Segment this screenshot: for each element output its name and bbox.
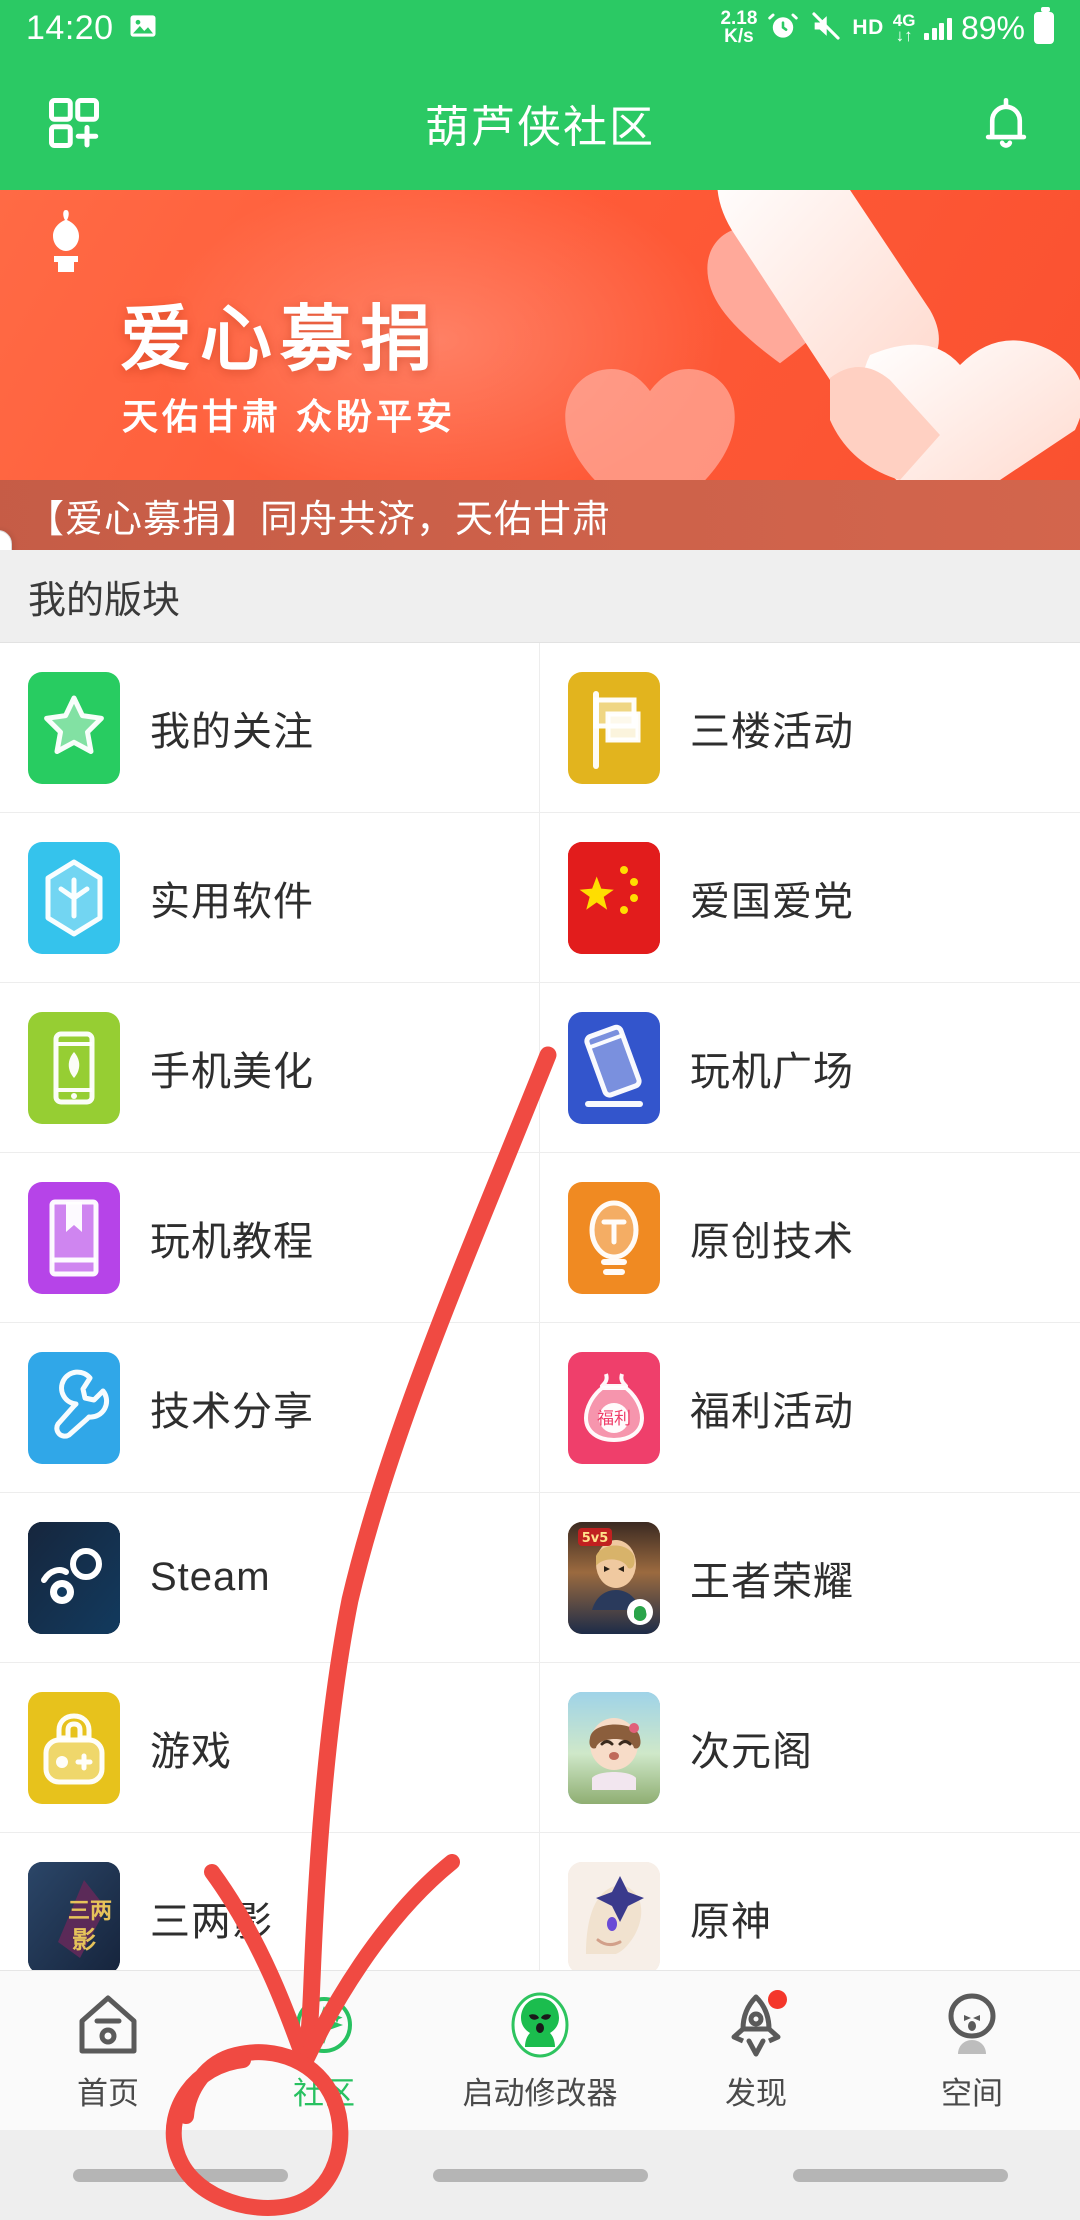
cube-icon: [28, 841, 120, 954]
board-item[interactable]: 三楼活动: [540, 643, 1080, 813]
honor-of-kings-icon: 5v5: [568, 1521, 660, 1634]
board-item[interactable]: 爱国爱党: [540, 813, 1080, 983]
board-item[interactable]: 玩机广场: [540, 983, 1080, 1153]
avatar-icon: [935, 1988, 1009, 2062]
status-bar: 14:20 2.18 K/s HD 4G ↓↑ 89%: [0, 0, 1080, 56]
phone-beautify-icon: [28, 1011, 120, 1124]
board-item-label: 三楼活动: [690, 709, 854, 754]
nav-item-home[interactable]: 首页: [0, 1988, 216, 2113]
notification-badge: [768, 1990, 787, 2009]
grid-add-icon[interactable]: [34, 83, 114, 163]
mute-icon: [809, 9, 843, 48]
board-item[interactable]: 我的关注: [0, 643, 540, 813]
board-item-label: 福利活动: [690, 1389, 854, 1434]
board-item-label: Steam: [150, 1555, 271, 1599]
board-item[interactable]: 技术分享: [0, 1323, 540, 1493]
board-item[interactable]: 福利 福利活动: [540, 1323, 1080, 1493]
nav-item-label: 发现: [725, 2076, 787, 2111]
svg-text:三两: 三两: [68, 1899, 112, 1924]
anime-girl-icon: [568, 1691, 660, 1804]
board-item-label: 玩机广场: [690, 1049, 854, 1094]
board-item-label: 王者荣耀: [690, 1559, 854, 1604]
nav-item-sparkle[interactable]: 社区: [216, 1988, 432, 2113]
home-icon: [71, 1988, 145, 2062]
money-bag-icon: 福利: [568, 1351, 660, 1464]
svg-text:影: 影: [72, 1926, 96, 1954]
alarm-icon: [766, 9, 800, 48]
board-item[interactable]: 手机美化: [0, 983, 540, 1153]
svg-text:福利: 福利: [597, 1409, 631, 1429]
hd-label: HD: [852, 16, 884, 39]
board-item-label: 我的关注: [150, 709, 314, 754]
section-header: 我的版块: [0, 550, 1080, 643]
promo-banner[interactable]: 爱心募捐 天佑甘肃 众盼平安: [0, 190, 1080, 480]
network-indicator: 4G ↓↑: [893, 12, 916, 45]
sparkle-icon: [287, 1988, 361, 2062]
genshin-icon: [568, 1861, 660, 1974]
data-rate: 2.18 K/s: [720, 9, 757, 47]
board-item-label: 游戏: [150, 1729, 232, 1774]
nav-item-label: 社区: [293, 2076, 355, 2111]
nav-item-label: 空间: [941, 2076, 1003, 2111]
signal-bars-icon: [924, 16, 952, 40]
bell-icon[interactable]: [966, 83, 1046, 163]
sanliangying-icon: 三两影: [28, 1861, 120, 1974]
board-item-label: 玩机教程: [150, 1219, 314, 1264]
flag-icon: [568, 671, 660, 784]
status-bar-left: 14:20: [26, 9, 158, 48]
board-item-label: 原神: [690, 1899, 772, 1944]
banner-title: 爱心募捐: [120, 297, 441, 381]
rocket-icon: [719, 1988, 793, 2062]
phone-screen: 14:20 2.18 K/s HD 4G ↓↑ 89% 葫芦侠社区 爱心募捐 天…: [0, 0, 1080, 2220]
gesture-pill-home[interactable]: [432, 2168, 648, 2182]
gourd-logo-icon: [53, 210, 79, 272]
nav-item-avatar[interactable]: 空间: [864, 1988, 1080, 2113]
board-item[interactable]: 次元阁: [540, 1663, 1080, 1833]
hands-heart-illustration: [717, 190, 1080, 480]
board-item-label: 实用软件: [150, 879, 314, 924]
board-item[interactable]: Steam: [0, 1493, 540, 1663]
status-clock: 14:20: [26, 8, 114, 47]
book-icon: [28, 1181, 120, 1294]
board-item[interactable]: 游戏: [0, 1663, 540, 1833]
board-item[interactable]: 玩机教程: [0, 1153, 540, 1323]
board-item-label: 三两影: [150, 1899, 273, 1944]
nav-item-alien[interactable]: 启动修改器: [432, 1988, 648, 2113]
board-item[interactable]: 实用软件: [0, 813, 540, 983]
svg-text:5v5: 5v5: [582, 1531, 609, 1546]
gamepad-lock-icon: [28, 1691, 120, 1804]
banner-caption[interactable]: 【爱心募捐】同舟共济，天佑甘肃: [0, 480, 1080, 550]
wrench-icon: [28, 1351, 120, 1464]
app-bar: 葫芦侠社区: [0, 56, 1080, 190]
china-flag-icon: [568, 841, 660, 954]
board-item-label: 手机美化: [150, 1049, 314, 1094]
board-item-label: 技术分享: [150, 1389, 314, 1434]
gesture-pill-recents[interactable]: [792, 2168, 1008, 2182]
status-bar-right: 2.18 K/s HD 4G ↓↑ 89%: [720, 7, 1054, 48]
star-icon: [28, 671, 120, 784]
banner-subtitle: 天佑甘肃 众盼平安: [122, 396, 457, 437]
battery-percent: 89%: [960, 9, 1025, 46]
page-title: 葫芦侠社区: [425, 103, 655, 152]
nav-item-rocket[interactable]: 发现: [648, 1988, 864, 2113]
gesture-pill-back[interactable]: [72, 2168, 288, 2182]
image-icon: [128, 11, 158, 46]
alien-icon: [503, 1988, 577, 2062]
tilted-phone-icon: [568, 1011, 660, 1124]
network-arrows: ↓↑: [895, 26, 913, 45]
board-item[interactable]: 原创技术: [540, 1153, 1080, 1323]
board-item-label: 次元阁: [690, 1729, 813, 1774]
data-rate-unit: K/s: [724, 26, 754, 47]
board-item-label: 原创技术: [690, 1219, 854, 1264]
board-item[interactable]: 5v5 王者荣耀: [540, 1493, 1080, 1663]
board-item-label: 爱国爱党: [690, 879, 854, 924]
nav-item-label: 启动修改器: [462, 2076, 618, 2111]
bottom-navigation-bar: 首页 社区 启动修改器 发现 空间: [0, 1970, 1080, 2130]
gesture-bar: [0, 2130, 1080, 2220]
board-grid: 我的关注 三楼活动 实用软件 爱国爱党 手机美化 玩机广场 玩机教程 原创技术 技术分享 福利 福利…: [0, 643, 1080, 2030]
nav-item-label: 首页: [77, 2076, 139, 2111]
bulb-t-icon: [568, 1181, 660, 1294]
steam-icon: [28, 1521, 120, 1634]
battery-icon: [1034, 7, 1054, 44]
